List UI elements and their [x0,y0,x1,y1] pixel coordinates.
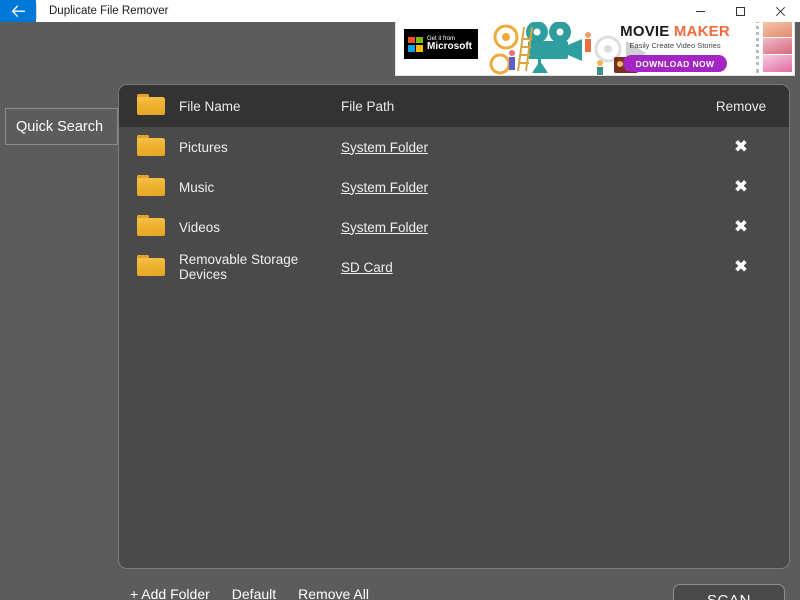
ad-title-word2: MAKER [673,23,730,40]
row-file-path-cell: SD Card [341,260,701,275]
row-remove-cell: ✖ [701,178,789,196]
row-remove-cell: ✖ [701,138,789,156]
row-icon-cell [137,215,179,239]
table-row[interactable]: Music System Folder ✖ [119,167,789,207]
quick-search-button[interactable]: Quick Search [5,108,118,145]
window-controls [680,0,800,22]
film-strip-icon [756,19,792,73]
close-icon [775,6,785,16]
advertisement-banner[interactable]: Get it from Microsoft MOVIE MAKER Easily… [395,14,795,76]
minimize-button[interactable] [680,0,720,22]
row-file-path-link[interactable]: SD Card [341,260,393,275]
get-it-from-microsoft-badge[interactable]: Get it from Microsoft [404,29,478,59]
table-row[interactable]: Videos System Folder ✖ [119,207,789,247]
folder-icon [137,255,165,276]
window-title: Duplicate File Remover [49,5,169,17]
ad-title-word1: MOVIE [620,23,670,40]
maximize-icon [735,6,745,16]
close-button[interactable] [760,0,800,22]
bottom-toolbar-links: + Add Folder Default Remove All [130,586,369,600]
header-folder-icon-cell [137,94,179,118]
table-body: Pictures System Folder ✖ Music System Fo… [119,127,789,287]
header-file-path: File Path [341,98,395,114]
table-row[interactable]: Removable Storage Devices SD Card ✖ [119,247,789,287]
remove-row-button[interactable]: ✖ [734,258,748,276]
folder-icon [137,135,165,156]
folder-icon [137,94,165,115]
windows-logo-icon [408,36,423,52]
row-remove-cell: ✖ [701,258,789,276]
title-spacer [169,0,680,22]
row-icon-cell [137,135,179,159]
add-folder-button[interactable]: + Add Folder [130,586,210,600]
title-bar: Duplicate File Remover [0,0,800,22]
minimize-icon [695,10,705,12]
table-header-row: File Name File Path Remove [119,85,789,127]
folder-icon [137,175,165,196]
scan-button[interactable]: SCAN [673,584,785,600]
row-file-path-cell: System Folder [341,220,701,235]
maximize-button[interactable] [720,0,760,22]
ms-badge-line2: Microsoft [427,40,472,52]
row-file-name: Pictures [179,139,228,155]
row-file-path-link[interactable]: System Folder [341,220,428,235]
remove-row-button[interactable]: ✖ [734,138,748,156]
default-button[interactable]: Default [232,586,276,600]
row-file-name: Removable Storage Devices [179,252,299,282]
row-remove-cell: ✖ [701,218,789,236]
row-file-path-cell: System Folder [341,140,701,155]
header-file-name: File Name [179,98,241,114]
header-remove: Remove [715,98,767,114]
row-file-path-link[interactable]: System Folder [341,140,428,155]
row-file-path-cell: System Folder [341,180,701,195]
row-file-path-link[interactable]: System Folder [341,180,428,195]
quick-search-label: Quick Search [16,118,104,135]
back-arrow-icon [11,5,26,18]
remove-row-button[interactable]: ✖ [734,218,748,236]
folder-list-panel: File Name File Path Remove Pictures Syst… [118,84,790,569]
back-button[interactable] [0,0,36,22]
table-row[interactable]: Pictures System Folder ✖ [119,127,789,167]
folder-icon [137,215,165,236]
ad-content: Get it from Microsoft MOVIE MAKER Easily… [396,15,794,75]
ad-title: MOVIE MAKER [600,23,750,40]
ad-text-block: MOVIE MAKER Easily Create Video Stories … [600,23,750,72]
remove-all-button[interactable]: Remove All [298,586,369,600]
row-icon-cell [137,255,179,279]
remove-row-button[interactable]: ✖ [734,178,748,196]
row-file-name: Videos [179,219,221,235]
ad-subtitle: Easily Create Video Stories [629,41,721,50]
ad-download-button[interactable]: DOWNLOAD NOW [623,55,727,72]
ms-badge-text: Get it from Microsoft [427,36,472,53]
row-icon-cell [137,175,179,199]
row-file-name: Music [179,179,215,195]
